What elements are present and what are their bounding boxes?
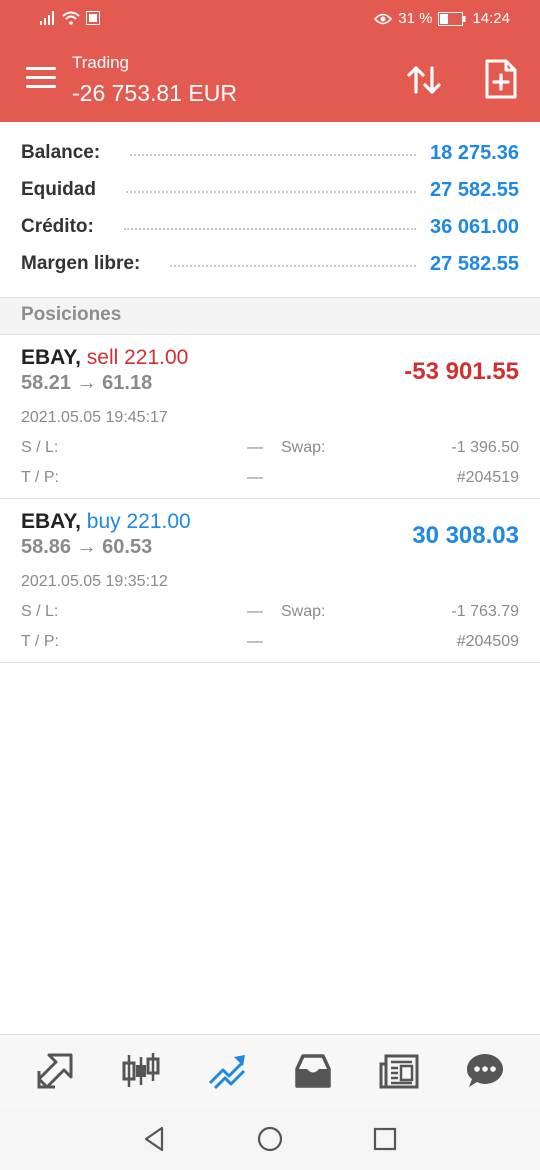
battery-percent: 31 %: [398, 10, 433, 27]
tp-label: T / P:: [21, 633, 59, 650]
position-header: EBAY, sell 221.00: [21, 346, 188, 370]
position-prices: 58.86 → 60.53: [21, 536, 153, 558]
news-icon[interactable]: [379, 1051, 419, 1091]
recents-icon[interactable]: [370, 1124, 400, 1154]
notification-icon: [86, 11, 100, 25]
menu-icon[interactable]: [26, 67, 56, 91]
tp-value: —: [247, 469, 263, 486]
eye-icon: [374, 13, 393, 24]
positions-section-header: Posiciones: [0, 297, 540, 335]
position-direction-volume: sell 221.00: [86, 346, 189, 369]
tp-label: T / P:: [21, 469, 59, 486]
dotted-leader: [125, 191, 417, 193]
swap-value: -1 763.79: [451, 603, 519, 620]
position-symbol: EBAY,: [21, 346, 81, 369]
quotes-icon[interactable]: [35, 1051, 75, 1091]
credit-row: Crédito: 36 061.00: [21, 209, 519, 245]
signal-icon: [40, 11, 54, 25]
wifi-icon: [62, 11, 80, 25]
status-bar: 31 % 14:24: [0, 0, 540, 40]
sl-value: —: [247, 603, 263, 620]
credit-value: 36 061.00: [430, 215, 519, 238]
position-profit: -53 901.55: [404, 358, 519, 385]
account-summary: Balance: 18 275.36 Equidad 27 582.55 Cré…: [0, 122, 540, 298]
position-row-sl-swap: S / L: — Swap: -1 396.50: [21, 439, 519, 461]
app-bar-subtitle: Trading: [72, 53, 130, 72]
back-icon[interactable]: [140, 1124, 170, 1154]
sl-label: S / L:: [21, 439, 59, 456]
clock: 14:24: [472, 10, 510, 27]
dotted-leader: [123, 228, 417, 230]
history-icon[interactable]: [293, 1051, 333, 1091]
position-row-sl-swap: S / L: — Swap: -1 763.79: [21, 603, 519, 625]
position-prices: 58.21 → 61.18: [21, 372, 153, 394]
position-header: EBAY, buy 221.00: [21, 510, 191, 534]
position-symbol: EBAY,: [21, 510, 81, 533]
chart-icon[interactable]: [121, 1051, 161, 1091]
chat-icon[interactable]: [465, 1051, 505, 1091]
sl-value: —: [247, 439, 263, 456]
position-time: 2021.05.05 19:45:17: [21, 409, 168, 426]
balance-row: Balance: 18 275.36: [21, 135, 519, 171]
swap-label: Swap:: [281, 603, 326, 620]
position-time: 2021.05.05 19:35:12: [21, 573, 168, 590]
free-margin-label: Margen libre:: [21, 253, 141, 274]
position-item[interactable]: EBAY, sell 221.00 58.21 → 61.18 -53 901.…: [0, 335, 540, 499]
free-margin-row: Margen libre: 27 582.55: [21, 246, 519, 282]
sl-label: S / L:: [21, 603, 59, 620]
equity-row: Equidad 27 582.55: [21, 172, 519, 208]
bottom-navigation: [0, 1034, 540, 1106]
swap-value: -1 396.50: [451, 439, 519, 456]
equity-value: 27 582.55: [430, 178, 519, 201]
equity-label: Equidad: [21, 179, 96, 200]
sort-icon[interactable]: [404, 60, 444, 100]
position-row-tp-ticket: T / P: — #204509: [21, 633, 519, 655]
section-title: Posiciones: [21, 304, 122, 325]
credit-label: Crédito:: [21, 216, 94, 237]
position-row-tp-ticket: T / P: — #204519: [21, 469, 519, 491]
position-direction-volume: buy 221.00: [86, 510, 191, 533]
dotted-leader: [170, 265, 417, 267]
ticket-number: #204519: [456, 469, 519, 486]
app-bar: Trading -26 753.81 EUR: [0, 40, 540, 122]
system-navigation-bar: [0, 1106, 540, 1170]
battery-icon: [438, 11, 466, 26]
balance-value: 18 275.36: [430, 141, 519, 164]
trade-icon[interactable]: [207, 1051, 247, 1091]
dotted-leader: [130, 154, 417, 156]
app-bar-title: -26 753.81 EUR: [72, 80, 237, 106]
balance-label: Balance:: [21, 142, 101, 163]
ticket-number: #204509: [456, 633, 519, 650]
swap-label: Swap:: [281, 439, 326, 456]
position-item[interactable]: EBAY, buy 221.00 58.86 → 60.53 30 308.03…: [0, 499, 540, 663]
new-order-icon[interactable]: [482, 58, 520, 100]
home-icon[interactable]: [255, 1124, 285, 1154]
tp-value: —: [247, 633, 263, 650]
position-profit: 30 308.03: [412, 522, 519, 549]
free-margin-value: 27 582.55: [430, 252, 519, 275]
